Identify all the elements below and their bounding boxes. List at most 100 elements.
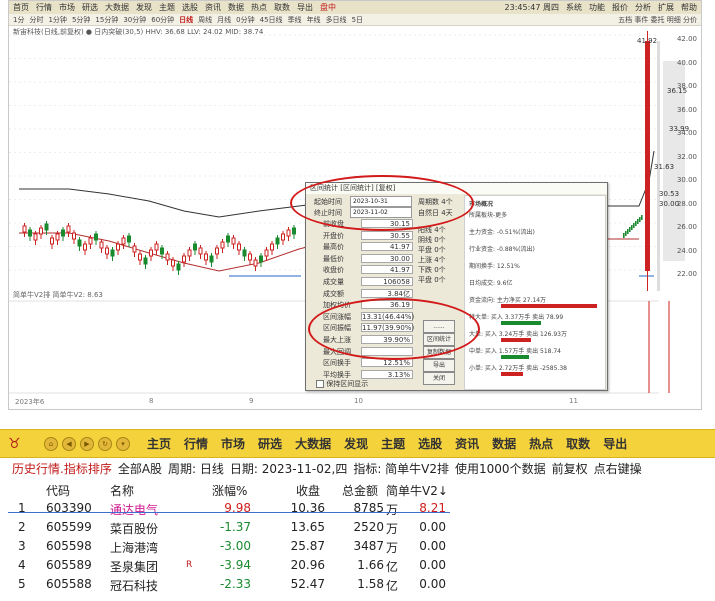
column-header-code[interactable]: 代码 (46, 482, 70, 499)
column-header-v2[interactable]: 简单牛V2↓ (386, 482, 448, 499)
column-header-amount[interactable]: 总金额 (342, 482, 378, 499)
home-nav-icon[interactable]: ⌂ (44, 436, 58, 451)
stock-name: 通达电气 (110, 503, 159, 517)
price-tick: 36.00 (676, 105, 697, 114)
data-count-selector[interactable]: 使用1000个数据 (455, 460, 546, 477)
date-selector[interactable]: 日期: 2023-11-02,四 (230, 460, 347, 477)
candle-body (55, 233, 60, 241)
candle-body (623, 233, 625, 238)
candle-body (39, 227, 43, 235)
bottom-menu-item[interactable]: 热点 (529, 435, 553, 452)
table-row[interactable]: 3 605598 上海港湾 -3.00 25.87 3487 万 0.00 (0, 537, 715, 556)
bottom-menu-item[interactable]: 市场 (221, 435, 245, 452)
bottom-menu-item[interactable]: 主页 (147, 435, 171, 452)
table-row[interactable]: 4 605589 圣泉集团 R -3.94 20.96 1.66 亿 0.00 (0, 556, 715, 575)
stat-value: 41.97 (361, 242, 413, 252)
stat-label: 成交额 (323, 289, 344, 298)
change-percent: -3.94 (219, 558, 251, 572)
table-row[interactable]: 1 603390 通达电气 9.98 10.36 8785 万 8.21 (0, 499, 715, 518)
bottom-menubar: ♉ ⌂ ◀ ▶ ↻ ▾ 主页 行情 市场 研选 大数据 发现 主题 选股 资讯 数据 热点 取数 导出 (0, 429, 715, 458)
bottom-menu-item[interactable]: 资讯 (455, 435, 479, 452)
bottom-menu-item[interactable]: 数据 (492, 435, 516, 452)
checkbox-box-icon[interactable] (316, 380, 324, 388)
period-selector[interactable]: 周期: 日线 (168, 460, 224, 477)
candle-body (160, 247, 164, 255)
highlight-ellipse-time (290, 175, 474, 231)
stock-name: 圣泉集团 (110, 560, 159, 574)
candle-body (72, 232, 76, 240)
candle-body (639, 217, 641, 222)
candle-body (99, 241, 104, 249)
bottom-menu-item[interactable]: 选股 (418, 435, 442, 452)
change-percent: -2.33 (219, 577, 251, 591)
bottom-menu-item[interactable]: 主题 (381, 435, 405, 452)
price-annotation: 31.63 (654, 163, 674, 171)
price-tick: 28.00 (676, 199, 697, 208)
bottom-menu-item[interactable]: 行情 (184, 435, 208, 452)
candle-body (187, 249, 192, 257)
candle-body (270, 243, 274, 251)
candle-body (253, 259, 258, 267)
export-button[interactable]: 导出 (423, 359, 455, 372)
candle-body (198, 247, 203, 255)
forward-nav-icon[interactable]: ▶ (80, 436, 94, 451)
stat-value: 106058 (361, 277, 413, 286)
overview-line: 大单: 买入 3.24万手 卖出 126.93万 (469, 331, 568, 338)
refresh-nav-icon[interactable]: ↻ (98, 436, 112, 451)
candle-body (627, 229, 629, 234)
stat-row: 最高价 41.97 (313, 242, 415, 253)
candle-body (176, 263, 181, 271)
candle-body (292, 227, 296, 235)
flow-bar (501, 321, 541, 325)
bull-logo-icon: ♉ (8, 435, 21, 452)
price-tick: 26.00 (676, 223, 697, 231)
market-overview-panel: 市场概况 所属板块-更多 主力资金: -0.51%(流出) 行业资金: -0.88%(… (464, 195, 606, 390)
overview-line: 资金流向: 主力净买 27.14万 (469, 297, 547, 304)
candle-body (121, 237, 126, 245)
bottom-menu-item[interactable]: 导出 (603, 435, 627, 452)
candle-body (138, 253, 142, 261)
table-row[interactable]: 5 605588 冠石科技 -2.33 52.47 1.58 亿 0.00 (0, 575, 715, 594)
stat-label: 最低价 (323, 254, 344, 263)
bottom-menu-item[interactable]: 研选 (258, 435, 282, 452)
stat-row: 开盘价 30.55 (313, 230, 415, 242)
total-amount: 2520 (353, 520, 384, 534)
candle-body (226, 235, 230, 243)
v2-value: 0.00 (419, 577, 446, 591)
menu-nav-icon[interactable]: ▾ (116, 436, 130, 451)
flow-bar (501, 355, 529, 359)
stat-value: 3.13% (361, 369, 413, 379)
candle-body (94, 233, 98, 241)
candle-body (154, 243, 159, 251)
candle-body (61, 229, 65, 237)
bar-count: 阴线 0个 (418, 236, 446, 244)
indicator-selector[interactable]: 指标: 简单牛V2排 (353, 460, 449, 477)
overview-line: 行业资金: -0.88%(流出) (469, 246, 535, 253)
candle-body (116, 243, 120, 251)
candle-body (22, 225, 27, 233)
row-index: 2 (18, 520, 26, 534)
bottom-menu-item[interactable]: 大数据 (295, 435, 331, 452)
table-row[interactable]: 2 605599 菜百股份 -1.37 13.65 2520 万 0.00 (0, 518, 715, 537)
column-header-close[interactable]: 收盘 (296, 482, 320, 499)
candle-body (171, 259, 175, 267)
amount-unit: 万 (386, 541, 399, 555)
column-header-name[interactable]: 名称 (110, 482, 134, 499)
column-header-change[interactable]: 涨幅% (212, 482, 247, 499)
adjust-selector[interactable]: 前复权 (552, 460, 588, 477)
candle-body (143, 257, 148, 265)
close-button[interactable]: 关闭 (423, 372, 455, 385)
stock-code: 605589 (46, 558, 92, 572)
keep-interval-checkbox[interactable]: 保持区间显示 (316, 379, 368, 389)
stock-name: 上海港湾 (110, 541, 159, 555)
bottom-menu-item[interactable]: 取数 (566, 435, 590, 452)
scope-selector[interactable]: 全部A股 (118, 460, 162, 477)
bottom-menu-item[interactable]: 发现 (344, 435, 368, 452)
stat-label: 区间换手 (323, 359, 351, 368)
date-axis: 2023年6 8 9 10 11 (9, 395, 701, 409)
close-price: 25.87 (290, 539, 325, 553)
candle-body (631, 225, 633, 230)
amount-unit: 亿 (386, 579, 399, 593)
candle-body (231, 237, 236, 245)
back-nav-icon[interactable]: ◀ (62, 436, 76, 451)
